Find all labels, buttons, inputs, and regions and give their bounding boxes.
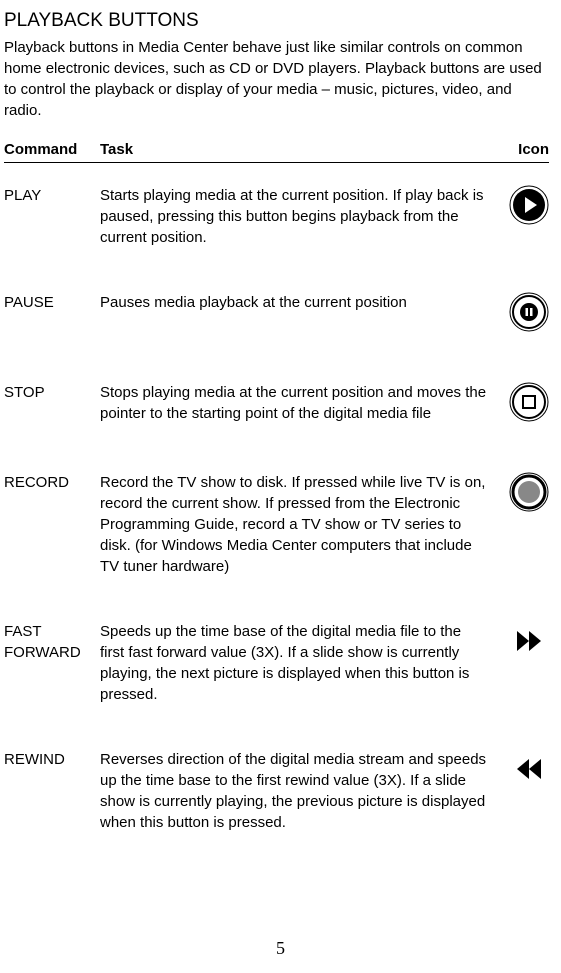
task-cell: Record the TV show to disk. If pressed w…: [100, 472, 497, 577]
header-icon: Icon: [497, 139, 549, 160]
pause-icon: [509, 292, 549, 338]
task-cell: Starts playing media at the current posi…: [100, 185, 497, 248]
task-cell: Reverses direction of the digital media …: [100, 749, 497, 833]
page-number: 5: [0, 936, 561, 961]
command-cell: PAUSE: [4, 292, 100, 313]
table-row: RECORD Record the TV show to disk. If pr…: [4, 472, 549, 577]
play-icon: [509, 185, 549, 231]
command-cell: FAST FORWARD: [4, 621, 100, 663]
fast-forward-icon: [509, 621, 549, 667]
icon-cell: [497, 621, 549, 667]
icon-cell: [497, 292, 549, 338]
page-title: PLAYBACK BUTTONS: [4, 8, 549, 35]
task-cell: Stops playing media at the current posit…: [100, 382, 497, 424]
table-row: STOP Stops playing media at the current …: [4, 382, 549, 428]
icon-cell: [497, 185, 549, 231]
icon-cell: [497, 472, 549, 518]
command-cell: STOP: [4, 382, 100, 403]
intro-paragraph: Playback buttons in Media Center behave …: [4, 37, 549, 121]
table-row: FAST FORWARD Speeds up the time base of …: [4, 621, 549, 705]
icon-cell: [497, 749, 549, 795]
stop-icon: [509, 382, 549, 428]
icon-cell: [497, 382, 549, 428]
task-cell: Pauses media playback at the current pos…: [100, 292, 497, 313]
command-cell: PLAY: [4, 185, 100, 206]
record-icon: [509, 472, 549, 518]
table-row: PAUSE Pauses media playback at the curre…: [4, 292, 549, 338]
rewind-icon: [509, 749, 549, 795]
table-row: REWIND Reverses direction of the digital…: [4, 749, 549, 833]
table-header: Command Task Icon: [4, 139, 549, 163]
command-cell: REWIND: [4, 749, 100, 770]
task-cell: Speeds up the time base of the digital m…: [100, 621, 497, 705]
header-task: Task: [100, 139, 497, 160]
command-cell: RECORD: [4, 472, 100, 493]
header-command: Command: [4, 139, 100, 160]
table-row: PLAY Starts playing media at the current…: [4, 185, 549, 248]
